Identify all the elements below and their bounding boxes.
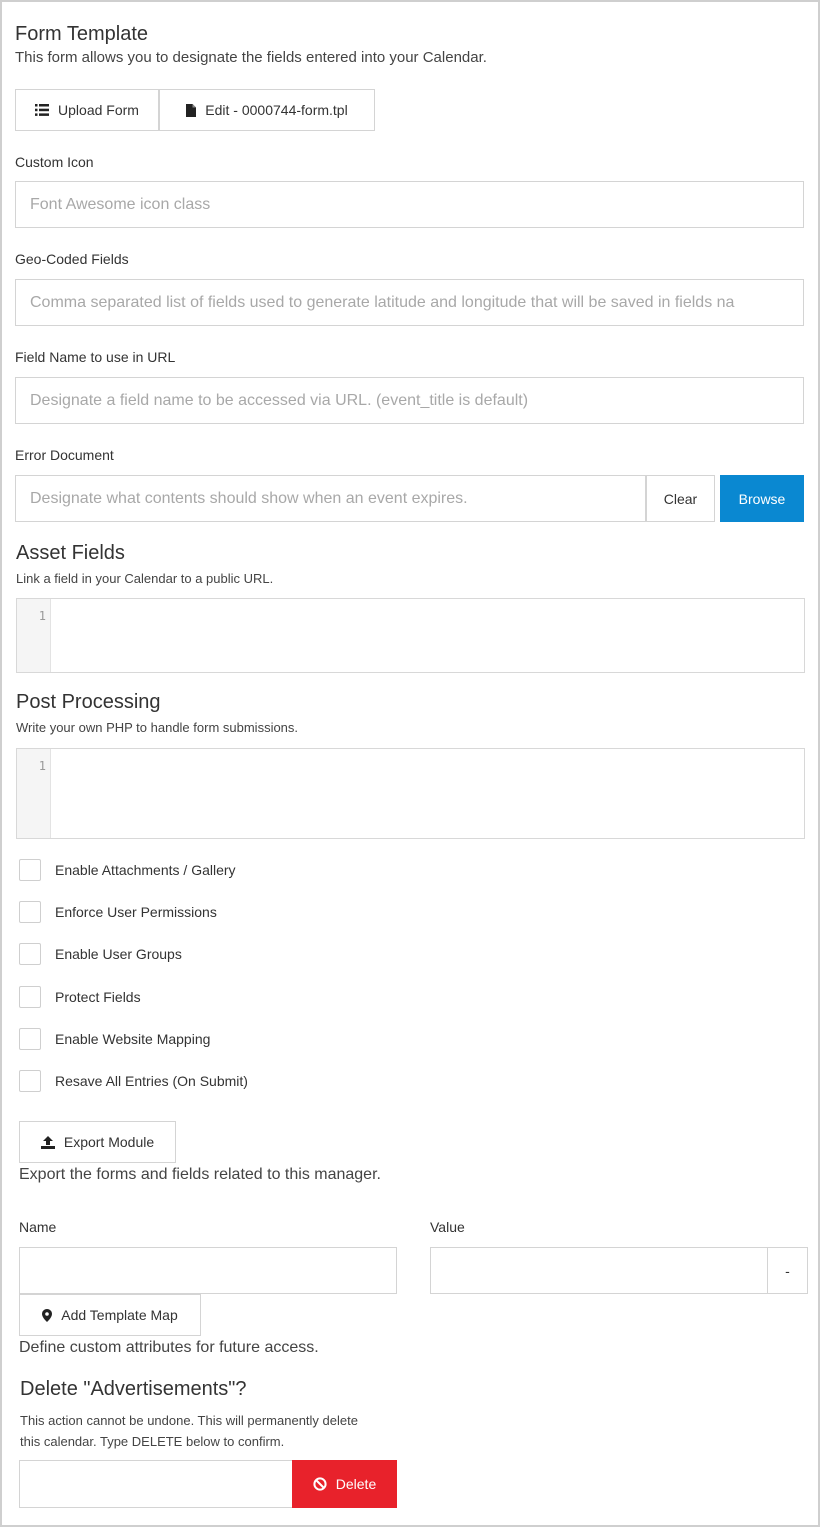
option-label: Protect Fields bbox=[55, 989, 141, 1005]
line-number-gutter: 1 bbox=[17, 749, 51, 838]
checkbox[interactable] bbox=[19, 986, 41, 1008]
option-enforce-permissions[interactable]: Enforce User Permissions bbox=[19, 901, 217, 923]
remove-map-button[interactable]: - bbox=[767, 1247, 808, 1294]
clear-button[interactable]: Clear bbox=[646, 475, 715, 522]
add-template-map-label: Add Template Map bbox=[61, 1307, 178, 1323]
file-icon bbox=[186, 103, 197, 117]
checkbox[interactable] bbox=[19, 1070, 41, 1092]
map-name-input[interactable] bbox=[19, 1247, 397, 1294]
upload-icon bbox=[40, 1135, 55, 1149]
custom-icon-input[interactable]: Font Awesome icon class bbox=[15, 181, 804, 228]
checkbox[interactable] bbox=[19, 859, 41, 881]
line-number-gutter: 1 bbox=[17, 599, 51, 672]
page-frame: Form Template This form allows you to de… bbox=[0, 0, 820, 1527]
form-template-title: Form Template bbox=[15, 23, 149, 45]
asset-fields-description: Link a field in your Calendar to a publi… bbox=[16, 571, 274, 586]
checkbox[interactable] bbox=[19, 943, 41, 965]
delete-label: Delete bbox=[335, 1476, 377, 1492]
edit-form-label: Edit - 0000744-form.tpl bbox=[205, 102, 348, 118]
option-label: Enable Attachments / Gallery bbox=[55, 862, 236, 878]
post-processing-description: Write your own PHP to handle form submis… bbox=[16, 720, 299, 735]
export-module-button[interactable]: Export Module bbox=[19, 1121, 176, 1163]
error-document-input[interactable]: Designate what contents should show when… bbox=[15, 475, 646, 522]
custom-icon-label: Custom Icon bbox=[15, 154, 94, 170]
post-processing-editor[interactable]: 1 bbox=[16, 748, 805, 839]
ban-icon bbox=[313, 1477, 327, 1491]
field-name-url-label: Field Name to use in URL bbox=[15, 349, 176, 365]
option-enable-user-groups[interactable]: Enable User Groups bbox=[19, 943, 182, 965]
option-label: Resave All Entries (On Submit) bbox=[55, 1073, 248, 1089]
post-processing-title: Post Processing bbox=[16, 691, 161, 713]
checkbox[interactable] bbox=[19, 901, 41, 923]
asset-fields-title: Asset Fields bbox=[16, 542, 125, 564]
add-template-map-button[interactable]: Add Template Map bbox=[19, 1294, 201, 1336]
geo-coded-input[interactable]: Comma separated list of fields used to g… bbox=[15, 279, 804, 326]
map-marker-icon bbox=[42, 1308, 53, 1322]
export-module-label: Export Module bbox=[63, 1134, 155, 1150]
name-label: Name bbox=[19, 1219, 57, 1235]
list-icon bbox=[35, 104, 50, 116]
option-label: Enable User Groups bbox=[55, 946, 182, 962]
option-enable-attachments[interactable]: Enable Attachments / Gallery bbox=[19, 859, 236, 881]
edit-form-button[interactable]: Edit - 0000744-form.tpl bbox=[159, 89, 375, 131]
option-protect-fields[interactable]: Protect Fields bbox=[19, 986, 141, 1008]
map-value-input[interactable] bbox=[430, 1247, 768, 1294]
template-map-description: Define custom attributes for future acce… bbox=[19, 1339, 319, 1356]
upload-form-label: Upload Form bbox=[58, 102, 139, 118]
delete-button[interactable]: Delete bbox=[292, 1460, 397, 1508]
error-document-label: Error Document bbox=[15, 447, 114, 463]
option-label: Enforce User Permissions bbox=[55, 904, 217, 920]
delete-warning-line1: This action cannot be undone. This will … bbox=[20, 1413, 358, 1428]
browse-button[interactable]: Browse bbox=[720, 475, 804, 522]
asset-fields-editor[interactable]: 1 bbox=[16, 598, 805, 673]
form-template-description: This form allows you to designate the fi… bbox=[15, 49, 487, 66]
delete-confirm-input[interactable] bbox=[19, 1460, 293, 1508]
value-label: Value bbox=[430, 1219, 465, 1235]
delete-title: Delete "Advertisements"? bbox=[20, 1378, 247, 1400]
checkbox[interactable] bbox=[19, 1028, 41, 1050]
option-website-mapping[interactable]: Enable Website Mapping bbox=[19, 1028, 210, 1050]
export-description: Export the forms and fields related to t… bbox=[19, 1166, 381, 1183]
option-label: Enable Website Mapping bbox=[55, 1031, 211, 1047]
geo-coded-label: Geo-Coded Fields bbox=[15, 251, 129, 267]
upload-form-button[interactable]: Upload Form bbox=[15, 89, 159, 131]
delete-warning-line2: this calendar. Type DELETE below to conf… bbox=[20, 1434, 285, 1449]
field-name-url-input[interactable]: Designate a field name to be accessed vi… bbox=[15, 377, 804, 424]
option-resave-entries[interactable]: Resave All Entries (On Submit) bbox=[19, 1070, 248, 1092]
